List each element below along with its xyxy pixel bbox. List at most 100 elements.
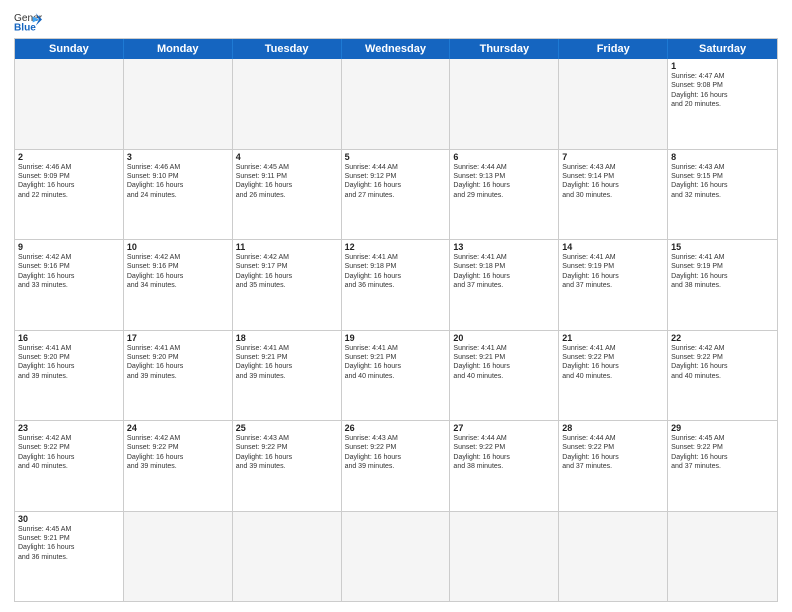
calendar-day-5: 5Sunrise: 4:44 AM Sunset: 9:12 PM Daylig…	[342, 150, 451, 240]
calendar-row: 30Sunrise: 4:45 AM Sunset: 9:21 PM Dayli…	[15, 511, 777, 602]
day-number: 27	[453, 423, 555, 433]
calendar-day-1: 1Sunrise: 4:47 AM Sunset: 9:08 PM Daylig…	[668, 59, 777, 149]
sun-info: Sunrise: 4:45 AM Sunset: 9:21 PM Dayligh…	[18, 525, 120, 563]
day-number: 2	[18, 152, 120, 162]
sun-info: Sunrise: 4:43 AM Sunset: 9:22 PM Dayligh…	[345, 434, 447, 472]
day-number: 10	[127, 242, 229, 252]
weekday-saturday: Saturday	[668, 39, 777, 59]
svg-text:Blue: Blue	[14, 22, 36, 32]
calendar-day-28: 28Sunrise: 4:44 AM Sunset: 9:22 PM Dayli…	[559, 421, 668, 511]
day-number: 17	[127, 333, 229, 343]
sun-info: Sunrise: 4:44 AM Sunset: 9:22 PM Dayligh…	[453, 434, 555, 472]
day-number: 9	[18, 242, 120, 252]
day-number: 6	[453, 152, 555, 162]
sun-info: Sunrise: 4:42 AM Sunset: 9:16 PM Dayligh…	[127, 253, 229, 291]
day-number: 21	[562, 333, 664, 343]
header: General Blue	[14, 10, 778, 32]
weekday-tuesday: Tuesday	[233, 39, 342, 59]
sun-info: Sunrise: 4:47 AM Sunset: 9:08 PM Dayligh…	[671, 72, 774, 110]
sun-info: Sunrise: 4:41 AM Sunset: 9:21 PM Dayligh…	[453, 344, 555, 382]
day-number: 23	[18, 423, 120, 433]
day-number: 12	[345, 242, 447, 252]
calendar-day-24: 24Sunrise: 4:42 AM Sunset: 9:22 PM Dayli…	[124, 421, 233, 511]
weekday-thursday: Thursday	[450, 39, 559, 59]
day-number: 22	[671, 333, 774, 343]
calendar-day-23: 23Sunrise: 4:42 AM Sunset: 9:22 PM Dayli…	[15, 421, 124, 511]
weekday-wednesday: Wednesday	[342, 39, 451, 59]
day-number: 16	[18, 333, 120, 343]
calendar-day-6: 6Sunrise: 4:44 AM Sunset: 9:13 PM Daylig…	[450, 150, 559, 240]
sun-info: Sunrise: 4:44 AM Sunset: 9:13 PM Dayligh…	[453, 163, 555, 201]
day-number: 14	[562, 242, 664, 252]
day-number: 15	[671, 242, 774, 252]
sun-info: Sunrise: 4:44 AM Sunset: 9:12 PM Dayligh…	[345, 163, 447, 201]
calendar-day-30: 30Sunrise: 4:45 AM Sunset: 9:21 PM Dayli…	[15, 512, 124, 602]
calendar-row: 9Sunrise: 4:42 AM Sunset: 9:16 PM Daylig…	[15, 239, 777, 330]
day-number: 11	[236, 242, 338, 252]
sun-info: Sunrise: 4:41 AM Sunset: 9:22 PM Dayligh…	[562, 344, 664, 382]
calendar-day-21: 21Sunrise: 4:41 AM Sunset: 9:22 PM Dayli…	[559, 331, 668, 421]
calendar-day-15: 15Sunrise: 4:41 AM Sunset: 9:19 PM Dayli…	[668, 240, 777, 330]
calendar-day-empty	[342, 512, 451, 602]
calendar-day-27: 27Sunrise: 4:44 AM Sunset: 9:22 PM Dayli…	[450, 421, 559, 511]
sun-info: Sunrise: 4:45 AM Sunset: 9:22 PM Dayligh…	[671, 434, 774, 472]
page: General Blue Sunday Monday Tuesday Wedne…	[0, 0, 792, 612]
day-number: 13	[453, 242, 555, 252]
calendar-day-26: 26Sunrise: 4:43 AM Sunset: 9:22 PM Dayli…	[342, 421, 451, 511]
calendar-day-22: 22Sunrise: 4:42 AM Sunset: 9:22 PM Dayli…	[668, 331, 777, 421]
sun-info: Sunrise: 4:41 AM Sunset: 9:19 PM Dayligh…	[671, 253, 774, 291]
calendar-day-4: 4Sunrise: 4:45 AM Sunset: 9:11 PM Daylig…	[233, 150, 342, 240]
calendar-header: Sunday Monday Tuesday Wednesday Thursday…	[15, 39, 777, 59]
sun-info: Sunrise: 4:42 AM Sunset: 9:22 PM Dayligh…	[18, 434, 120, 472]
sun-info: Sunrise: 4:42 AM Sunset: 9:22 PM Dayligh…	[671, 344, 774, 382]
day-number: 30	[18, 514, 120, 524]
calendar-day-25: 25Sunrise: 4:43 AM Sunset: 9:22 PM Dayli…	[233, 421, 342, 511]
day-number: 19	[345, 333, 447, 343]
generalblue-logo-icon: General Blue	[14, 10, 42, 32]
day-number: 29	[671, 423, 774, 433]
calendar-day-13: 13Sunrise: 4:41 AM Sunset: 9:18 PM Dayli…	[450, 240, 559, 330]
calendar-day-29: 29Sunrise: 4:45 AM Sunset: 9:22 PM Dayli…	[668, 421, 777, 511]
day-number: 18	[236, 333, 338, 343]
day-number: 1	[671, 61, 774, 71]
calendar-row: 2Sunrise: 4:46 AM Sunset: 9:09 PM Daylig…	[15, 149, 777, 240]
sun-info: Sunrise: 4:45 AM Sunset: 9:11 PM Dayligh…	[236, 163, 338, 201]
day-number: 7	[562, 152, 664, 162]
sun-info: Sunrise: 4:44 AM Sunset: 9:22 PM Dayligh…	[562, 434, 664, 472]
sun-info: Sunrise: 4:46 AM Sunset: 9:09 PM Dayligh…	[18, 163, 120, 201]
calendar-day-empty	[450, 512, 559, 602]
calendar-day-17: 17Sunrise: 4:41 AM Sunset: 9:20 PM Dayli…	[124, 331, 233, 421]
calendar-day-empty	[342, 59, 451, 149]
calendar-day-empty	[124, 512, 233, 602]
sun-info: Sunrise: 4:41 AM Sunset: 9:18 PM Dayligh…	[345, 253, 447, 291]
sun-info: Sunrise: 4:42 AM Sunset: 9:16 PM Dayligh…	[18, 253, 120, 291]
calendar-day-empty	[233, 59, 342, 149]
sun-info: Sunrise: 4:42 AM Sunset: 9:17 PM Dayligh…	[236, 253, 338, 291]
sun-info: Sunrise: 4:41 AM Sunset: 9:19 PM Dayligh…	[562, 253, 664, 291]
calendar-day-empty	[124, 59, 233, 149]
day-number: 5	[345, 152, 447, 162]
day-number: 28	[562, 423, 664, 433]
calendar-day-empty	[559, 59, 668, 149]
calendar-day-empty	[668, 512, 777, 602]
day-number: 4	[236, 152, 338, 162]
calendar-day-2: 2Sunrise: 4:46 AM Sunset: 9:09 PM Daylig…	[15, 150, 124, 240]
weekday-sunday: Sunday	[15, 39, 124, 59]
calendar-day-empty	[559, 512, 668, 602]
calendar-day-19: 19Sunrise: 4:41 AM Sunset: 9:21 PM Dayli…	[342, 331, 451, 421]
logo: General Blue	[14, 10, 42, 32]
calendar-day-empty	[15, 59, 124, 149]
sun-info: Sunrise: 4:41 AM Sunset: 9:20 PM Dayligh…	[127, 344, 229, 382]
calendar-day-18: 18Sunrise: 4:41 AM Sunset: 9:21 PM Dayli…	[233, 331, 342, 421]
calendar-day-7: 7Sunrise: 4:43 AM Sunset: 9:14 PM Daylig…	[559, 150, 668, 240]
calendar-day-16: 16Sunrise: 4:41 AM Sunset: 9:20 PM Dayli…	[15, 331, 124, 421]
calendar-row: 23Sunrise: 4:42 AM Sunset: 9:22 PM Dayli…	[15, 420, 777, 511]
day-number: 20	[453, 333, 555, 343]
calendar-row: 16Sunrise: 4:41 AM Sunset: 9:20 PM Dayli…	[15, 330, 777, 421]
sun-info: Sunrise: 4:43 AM Sunset: 9:15 PM Dayligh…	[671, 163, 774, 201]
sun-info: Sunrise: 4:41 AM Sunset: 9:20 PM Dayligh…	[18, 344, 120, 382]
calendar-day-empty	[450, 59, 559, 149]
calendar-day-12: 12Sunrise: 4:41 AM Sunset: 9:18 PM Dayli…	[342, 240, 451, 330]
day-number: 24	[127, 423, 229, 433]
calendar-day-20: 20Sunrise: 4:41 AM Sunset: 9:21 PM Dayli…	[450, 331, 559, 421]
